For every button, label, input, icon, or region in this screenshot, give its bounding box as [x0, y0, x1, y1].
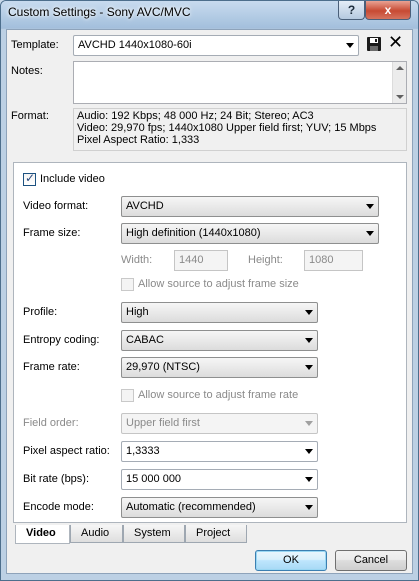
- format-line-audio: Audio: 192 Kbps; 48 000 Hz; 24 Bit; Ster…: [77, 110, 314, 122]
- close-window-button[interactable]: x: [365, 1, 411, 20]
- notes-scrollbar[interactable]: [392, 62, 406, 103]
- tab-audio[interactable]: Audio: [70, 525, 123, 543]
- frame-rate-dropdown[interactable]: 29,970 (NTSC): [121, 357, 318, 378]
- encode-mode-dropdown[interactable]: Automatic (recommended): [121, 497, 318, 518]
- notes-label: Notes:: [11, 65, 43, 77]
- template-label: Template:: [11, 39, 59, 51]
- ok-button-label: OK: [283, 554, 299, 566]
- include-video-label: Include video: [40, 173, 105, 185]
- allow-frame-size-checkbox[interactable]: [121, 278, 134, 291]
- scroll-up-icon[interactable]: [396, 66, 404, 70]
- window-title: Custom Settings - Sony AVC/MVC: [8, 5, 191, 19]
- chevron-down-icon: [305, 338, 313, 343]
- video-format-dropdown[interactable]: AVCHD: [121, 196, 379, 217]
- cancel-button-label: Cancel: [353, 554, 389, 566]
- allow-frame-size-label: Allow source to adjust frame size: [138, 278, 299, 290]
- close-icon: x: [384, 3, 392, 17]
- bit-rate-label: Bit rate (bps):: [23, 473, 90, 485]
- chevron-down-icon: [305, 365, 313, 370]
- frame-size-dropdown[interactable]: High definition (1440x1080): [121, 223, 379, 244]
- allow-frame-rate-checkbox[interactable]: [121, 389, 134, 402]
- chevron-down-icon: [346, 43, 354, 48]
- tab-system[interactable]: System: [123, 525, 185, 543]
- frame-size-value: High definition (1440x1080): [126, 227, 261, 239]
- height-value: 1080: [309, 254, 334, 266]
- video-format-value: AVCHD: [126, 200, 164, 212]
- video-settings-panel: Include video Video format: AVCHD Frame …: [13, 162, 407, 523]
- tab-video[interactable]: Video: [15, 525, 70, 544]
- title-bar[interactable]: Custom Settings - Sony AVC/MVC ? x: [1, 1, 418, 28]
- tab-audio-label: Audio: [81, 527, 110, 539]
- profile-value: High: [126, 306, 149, 318]
- frame-size-label: Frame size:: [23, 227, 81, 239]
- tab-video-label: Video: [26, 527, 56, 539]
- video-format-label: Video format:: [23, 200, 89, 212]
- frame-rate-value: 29,970 (NTSC): [126, 361, 200, 373]
- allow-frame-rate-label: Allow source to adjust frame rate: [138, 389, 299, 401]
- frame-rate-label: Frame rate:: [23, 361, 80, 373]
- bit-rate-value: 15 000 000: [126, 473, 182, 485]
- pixel-aspect-ratio-value: 1,3333: [126, 445, 160, 457]
- height-label: Height:: [248, 254, 283, 266]
- format-line-par: Pixel Aspect Ratio: 1,333: [77, 134, 200, 146]
- save-icon[interactable]: [366, 36, 382, 52]
- profile-dropdown[interactable]: High: [121, 302, 318, 323]
- scroll-down-icon[interactable]: [396, 95, 404, 99]
- encode-mode-label: Encode mode:: [23, 501, 94, 513]
- ok-button[interactable]: OK: [255, 550, 327, 571]
- tab-project[interactable]: Project: [185, 525, 247, 543]
- pixel-aspect-ratio-combo[interactable]: 1,3333: [121, 441, 318, 462]
- template-value: AVCHD 1440x1080-60i: [78, 39, 192, 51]
- entropy-coding-dropdown[interactable]: CABAC: [121, 330, 318, 351]
- profile-label: Profile:: [23, 306, 58, 318]
- bit-rate-combo[interactable]: 15 000 000: [121, 469, 318, 490]
- custom-settings-window: Custom Settings - Sony AVC/MVC ? x Templ…: [0, 0, 419, 581]
- cancel-button[interactable]: Cancel: [335, 550, 407, 571]
- chevron-down-icon: [305, 505, 313, 510]
- notes-textarea[interactable]: [73, 61, 407, 104]
- chevron-down-icon: [366, 231, 374, 236]
- height-field[interactable]: 1080: [304, 250, 363, 271]
- tab-system-label: System: [134, 527, 171, 539]
- pixel-aspect-ratio-label: Pixel aspect ratio:: [23, 445, 110, 457]
- help-icon: ?: [347, 3, 356, 17]
- include-video-checkbox[interactable]: [23, 171, 36, 186]
- dialog-client-area: Template: AVCHD 1440x1080-60i ✕ Notes: F…: [6, 29, 413, 574]
- entropy-coding-label: Entropy coding:: [23, 334, 100, 346]
- template-dropdown[interactable]: AVCHD 1440x1080-60i: [73, 35, 359, 56]
- delete-template-icon[interactable]: ✕: [388, 33, 403, 51]
- field-order-dropdown[interactable]: Upper field first: [121, 413, 318, 434]
- width-field[interactable]: 1440: [174, 250, 228, 271]
- format-label: Format:: [11, 110, 49, 122]
- chevron-down-icon: [305, 310, 313, 315]
- chevron-down-icon: [305, 421, 313, 426]
- field-order-label: Field order:: [23, 417, 79, 429]
- entropy-coding-value: CABAC: [126, 334, 164, 346]
- help-button[interactable]: ?: [338, 1, 365, 20]
- format-line-video: Video: 29,970 fps; 1440x1080 Upper field…: [77, 122, 377, 134]
- width-value: 1440: [179, 254, 204, 266]
- chevron-down-icon: [305, 477, 313, 482]
- format-summary: Audio: 192 Kbps; 48 000 Hz; 24 Bit; Ster…: [73, 108, 407, 151]
- chevron-down-icon: [305, 449, 313, 454]
- encode-mode-value: Automatic (recommended): [126, 501, 256, 513]
- field-order-value: Upper field first: [126, 417, 200, 429]
- chevron-down-icon: [366, 204, 374, 209]
- width-label: Width:: [121, 254, 153, 266]
- tab-project-label: Project: [196, 527, 231, 539]
